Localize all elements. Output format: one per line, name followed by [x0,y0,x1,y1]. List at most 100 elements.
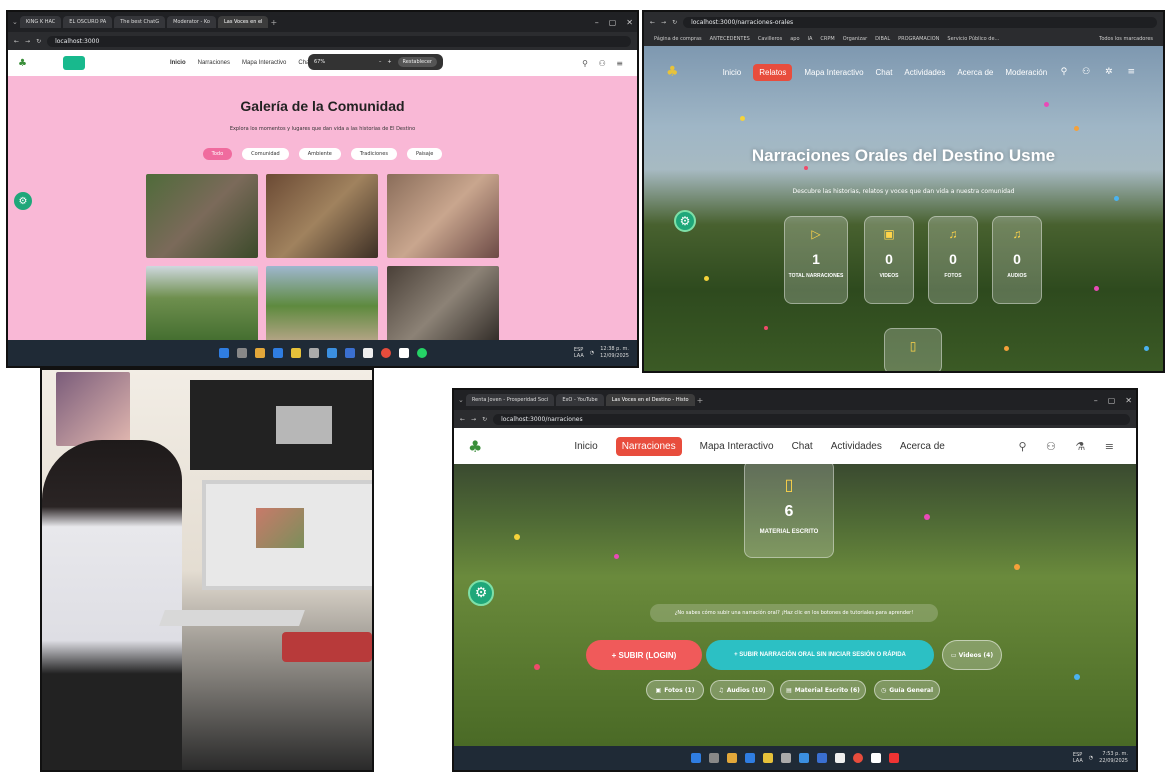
nav-inicio[interactable]: Inicio [574,441,597,452]
header-icons[interactable]: ⚲ ⚇ ⚗ ≡ [1019,440,1123,453]
filter-tradiciones[interactable]: Tradiciones [350,148,397,160]
folder-icon[interactable] [763,753,773,763]
mail-icon[interactable] [326,348,337,358]
filter-comunidad[interactable]: Comunidad [242,148,289,160]
tab-1[interactable]: KING K HAC [19,16,62,28]
filter-ambiente[interactable]: Ambiente [298,148,341,160]
explorer-icon[interactable] [727,753,737,763]
fotos-tutorial-button[interactable]: ▣ Fotos (1) [646,680,704,700]
store-icon[interactable] [835,753,845,763]
nav-inicio[interactable]: Inicio [170,60,186,66]
gallery-photo-2[interactable] [266,174,378,258]
nav-moderacion[interactable]: Moderación [1005,68,1047,77]
maximize-icon[interactable]: ▢ [1108,396,1116,405]
gallery-photo-3[interactable] [387,174,499,258]
edge-icon[interactable] [272,348,283,358]
settings-gear-icon[interactable]: ⚙ [674,210,696,232]
nav-actividades[interactable]: Actividades [904,68,945,77]
material-tutorial-button[interactable]: ▤ Material Escrito (6) [780,680,866,700]
bookmark-1[interactable]: Página de compras [654,36,702,42]
filter-todo[interactable]: Todo [202,148,233,160]
notes-icon[interactable] [398,348,409,358]
videos-tutorial-button[interactable]: ▭ Videos (4) [942,640,1002,670]
bookmark-10[interactable]: Servicio Público de... [947,36,999,42]
site-logo-icon[interactable]: ♣ [666,64,679,80]
reload-icon[interactable]: ↻ [482,416,487,423]
nav-mapa[interactable]: Mapa Interactivo [242,60,286,66]
bookmark-4[interactable]: apo [790,36,799,42]
settings-gear-icon[interactable]: ⚙ [14,192,32,210]
reload-icon[interactable]: ↻ [36,38,41,45]
store-icon[interactable] [362,348,373,358]
nav-narraciones[interactable]: Narraciones [198,60,230,66]
edge-icon[interactable] [745,753,755,763]
tab-3[interactable]: The best ChatG [114,16,166,28]
nav-narraciones[interactable]: Narraciones [615,436,682,456]
bookmark-2[interactable]: ANTECEDENTES [710,36,750,42]
tab-4[interactable]: Moderator - Ko [167,16,216,28]
maximize-icon[interactable]: ▢ [609,18,617,27]
zoom-out-button[interactable]: – [379,59,382,65]
chrome-icon[interactable] [380,348,391,358]
tray-clock[interactable]: 12:38 p. m. 12/09/2025 [600,346,629,360]
bookmark-all[interactable]: Todos los marcadores [1099,36,1153,42]
bookmark-3[interactable]: Cavilleros [758,36,782,42]
site-logo-icon[interactable]: ♣ [18,58,27,69]
bookmark-9[interactable]: PROGRAMACION [898,36,939,42]
shield-icon[interactable] [889,753,899,763]
word-icon[interactable] [817,753,827,763]
forward-icon[interactable]: → [661,19,666,26]
tab-search-icon[interactable]: ⌄ [12,18,18,26]
bookmark-6[interactable]: CRPM [820,36,834,42]
forward-icon[interactable]: → [471,416,476,423]
reload-icon[interactable]: ↻ [672,19,677,26]
bookmark-7[interactable]: Organizar [843,36,867,42]
back-icon[interactable]: ← [14,38,19,45]
tab-search-icon[interactable]: ⌄ [458,396,464,404]
explorer-icon[interactable] [254,348,265,358]
search-icon[interactable] [709,753,719,763]
wifi-icon[interactable]: ◔ [590,350,594,356]
wifi-icon[interactable]: ◔ [1089,755,1093,761]
nav-mapa[interactable]: Mapa Interactivo [804,68,863,77]
tab-1[interactable]: Renta Joven - Prosperidad Soci [465,394,555,406]
settings-icon[interactable] [781,753,791,763]
url-field[interactable]: localhost:3000/narraciones-orales [683,16,1157,28]
close-icon[interactable]: ✕ [1125,396,1132,405]
nav-acerca[interactable]: Acerca de [957,68,993,77]
gallery-photo-5[interactable] [266,266,378,346]
minimize-icon[interactable]: – [1094,396,1098,405]
url-field[interactable]: localhost:3000/narraciones [493,413,1130,425]
notes-icon[interactable] [871,753,881,763]
filter-paisaje[interactable]: Paisaje [406,148,443,160]
back-icon[interactable]: ← [650,19,655,26]
tab-2[interactable]: EL OSCURO PA [63,16,113,28]
nav-acerca[interactable]: Acerca de [900,441,945,452]
new-tab-icon[interactable]: + [697,396,704,405]
url-field[interactable]: localhost:3000 [47,35,631,47]
folder-icon[interactable] [290,348,301,358]
gallery-photo-1[interactable] [146,174,258,258]
header-icons[interactable]: ⚲ ⚇ ✲ ≡ [1061,67,1141,77]
nav-mapa[interactable]: Mapa Interactivo [700,441,774,452]
tray-lang[interactable]: ESP LAA [574,347,584,359]
header-icons[interactable]: ⚲ ⚇ ≡ [582,59,627,68]
tab-active[interactable]: Las Voces en el [217,16,269,28]
nav-relatos[interactable]: Relatos [753,63,793,81]
mail-icon[interactable] [799,753,809,763]
guia-general-button[interactable]: ◷ Guía General [874,680,940,700]
start-icon[interactable] [691,753,701,763]
bookmark-5[interactable]: IA [808,36,813,42]
start-icon[interactable] [218,348,229,358]
settings-icon[interactable] [308,348,319,358]
gallery-photo-4[interactable] [146,266,258,346]
close-icon[interactable]: ✕ [626,18,633,27]
new-tab-icon[interactable]: + [270,18,277,27]
search-icon[interactable] [236,348,247,358]
tab-2[interactable]: ExO - YouTube [556,394,604,406]
word-icon[interactable] [344,348,355,358]
back-icon[interactable]: ← [460,416,465,423]
forward-icon[interactable]: → [25,38,30,45]
tray-clock[interactable]: 7:53 p. m. 22/09/2025 [1099,751,1128,765]
settings-gear-icon[interactable]: ⚙ [468,580,494,606]
